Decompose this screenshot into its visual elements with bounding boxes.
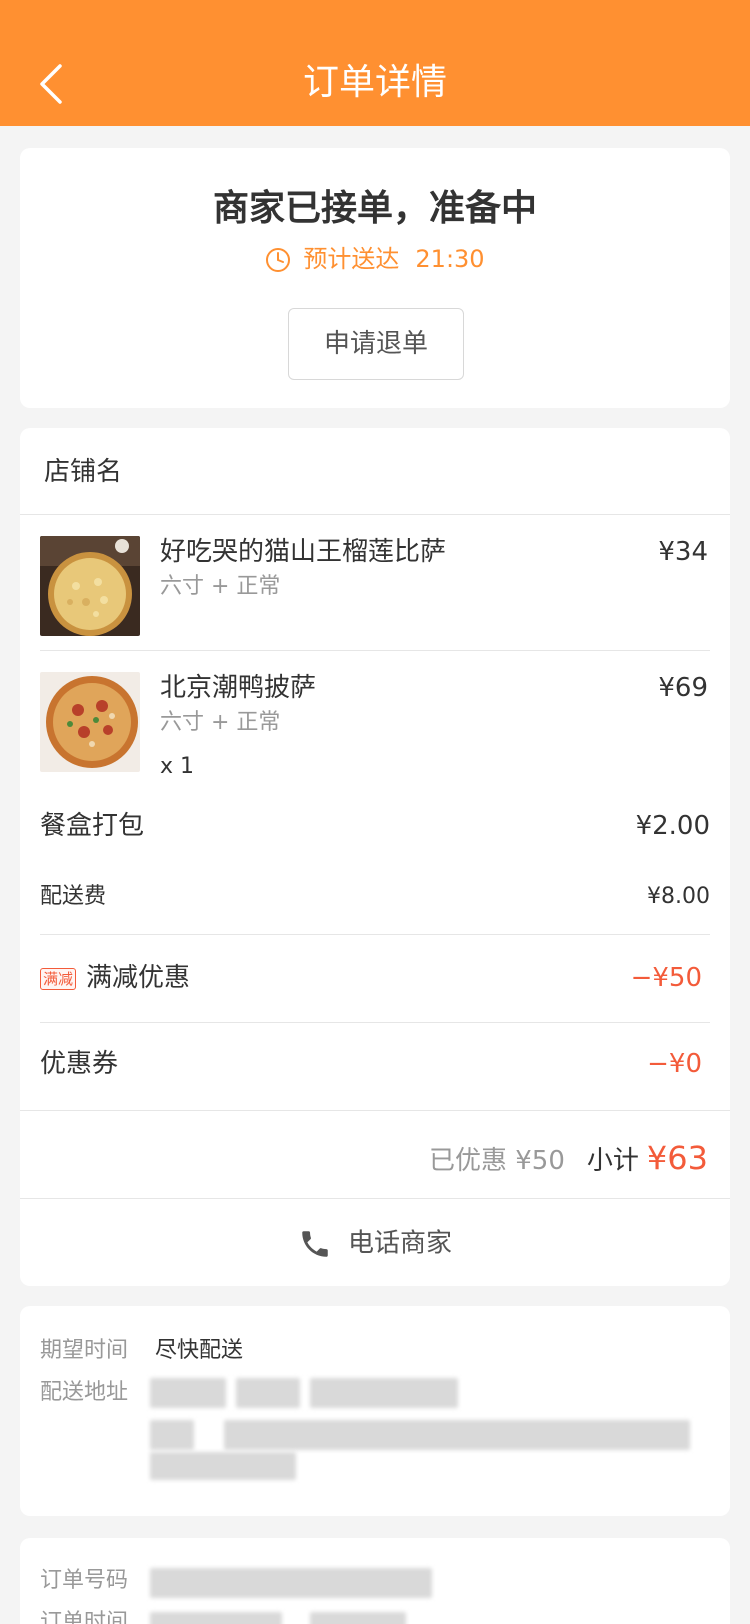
- divider: [20, 514, 730, 515]
- subtotal-row: 已优惠 ¥50 小计 ¥63: [429, 1128, 708, 1188]
- pizza-image: [40, 672, 140, 772]
- address-label: 配送地址: [40, 1380, 129, 1405]
- coupon-label: 优惠券: [40, 1049, 119, 1079]
- item-price: ¥34: [658, 537, 708, 567]
- packing-label: 餐盒打包: [40, 811, 145, 841]
- redacted-address: [150, 1452, 296, 1480]
- clock-icon: [266, 248, 291, 272]
- eta-label: 预计送达: [303, 245, 400, 273]
- call-merchant-button[interactable]: 电话商家: [20, 1200, 730, 1286]
- full-reduction-tag: 满减: [40, 967, 77, 990]
- order-time-label: 订单时间: [40, 1610, 129, 1624]
- divider: [20, 1198, 730, 1199]
- item-name: 好吃哭的猫山王榴莲比萨: [160, 537, 447, 567]
- status-title: 商家已接单，准备中: [212, 188, 537, 229]
- expected-time-label: 期望时间: [40, 1338, 129, 1363]
- list-item: 好吃哭的猫山王榴莲比萨 六寸 + 正常 ¥34: [20, 536, 730, 636]
- expected-time-value: 尽快配送: [155, 1338, 244, 1363]
- redacted-address: [310, 1378, 458, 1408]
- item-price: ¥69: [658, 673, 708, 703]
- full-reduction-label: 满减优惠: [86, 963, 191, 993]
- order-items-card: 店铺名 好吃哭的猫山王榴莲比萨 六寸 + 正常 ¥34 北京潮鸭披萨 六寸 + …: [20, 428, 730, 1286]
- redacted-address: [236, 1378, 300, 1408]
- item-name: 北京潮鸭披萨: [160, 673, 317, 703]
- app-header: 订单详情: [0, 0, 750, 126]
- divider: [20, 1110, 730, 1111]
- phone-icon: [302, 1230, 328, 1257]
- order-status-card: 商家已接单，准备中 预计送达 21:30 申请退单: [20, 148, 730, 408]
- divider: [40, 650, 710, 651]
- full-reduction-value: −¥50: [630, 963, 702, 993]
- redacted-order-time: [150, 1612, 282, 1624]
- subtotal-label: 小计: [586, 1146, 639, 1176]
- store-name[interactable]: 店铺名: [44, 452, 122, 492]
- redacted-order-number: [150, 1568, 432, 1598]
- item-quantity: x 1: [160, 754, 195, 779]
- saved-amount: 已优惠 ¥50: [429, 1146, 565, 1176]
- redacted-address: [150, 1420, 194, 1450]
- delivery-fee-value: ¥8.00: [647, 884, 710, 909]
- item-spec: 六寸 + 正常: [160, 574, 281, 599]
- order-info-card: 订单号码 订单时间: [20, 1538, 730, 1624]
- full-reduction-row: 满减 满减优惠 −¥50: [40, 958, 710, 998]
- divider: [40, 1022, 710, 1023]
- delivery-fee-label: 配送费: [40, 884, 107, 909]
- item-spec: 六寸 + 正常: [160, 710, 281, 735]
- pizza-image: [40, 536, 140, 636]
- coupon-row[interactable]: 优惠券 −¥0: [40, 1044, 710, 1084]
- packing-value: ¥2.00: [635, 811, 710, 841]
- divider: [40, 934, 710, 935]
- packing-fee-row: 餐盒打包 ¥2.00: [40, 806, 710, 846]
- refund-button[interactable]: 申请退单: [288, 308, 464, 380]
- page-title: 订单详情: [302, 62, 447, 103]
- redacted-order-time: [310, 1612, 406, 1624]
- order-number-label: 订单号码: [40, 1568, 129, 1593]
- delivery-info-card: 期望时间 尽快配送 配送地址: [20, 1306, 730, 1516]
- redacted-address: [150, 1378, 226, 1408]
- call-merchant-label: 电话商家: [347, 1228, 452, 1259]
- redacted-address: [224, 1420, 690, 1450]
- eta-row: 预计送达 21:30: [20, 244, 730, 274]
- delivery-fee-row: 配送费 ¥8.00: [40, 880, 710, 914]
- list-item: 北京潮鸭披萨 六寸 + 正常 x 1 ¥69: [20, 672, 730, 782]
- coupon-value: −¥0: [647, 1049, 702, 1079]
- eta-time: 21:30: [415, 245, 485, 273]
- subtotal-value: ¥63: [646, 1139, 708, 1177]
